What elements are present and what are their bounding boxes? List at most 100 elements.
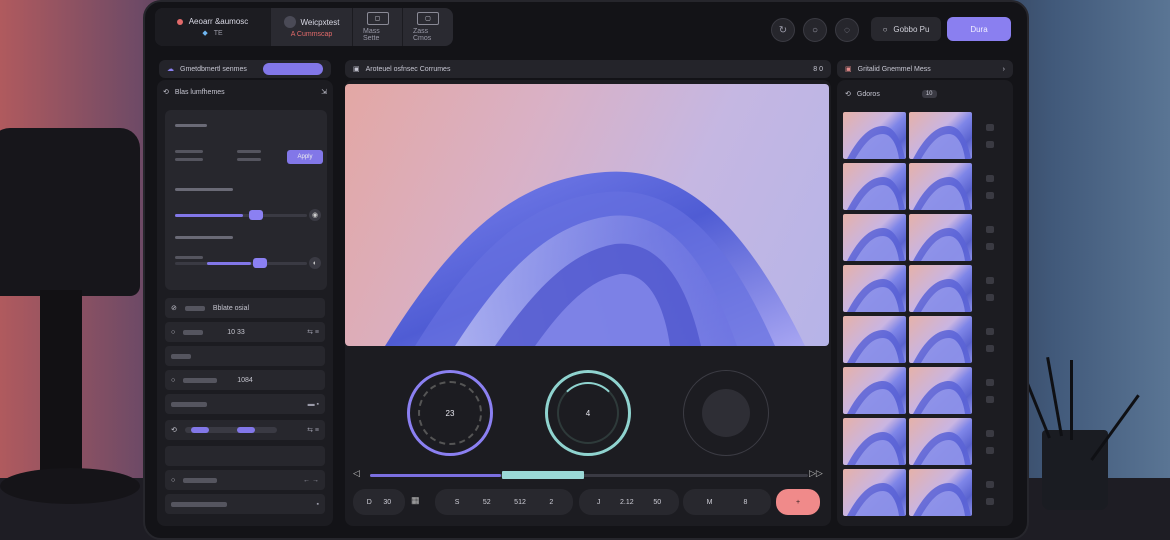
control-group-3[interactable]: J 2.12 50 — [579, 489, 679, 515]
range-bar[interactable] — [184, 427, 277, 433]
mode-toggle[interactable] — [263, 63, 323, 75]
square-icon[interactable]: ▪ — [317, 501, 319, 508]
circle-icon[interactable]: ○ — [803, 18, 827, 42]
thumbnail[interactable] — [909, 316, 972, 363]
thumbnail[interactable] — [843, 418, 906, 465]
chat-icon[interactable]: ◌ — [835, 18, 859, 42]
sync-icon: ⟲ — [845, 91, 851, 98]
center-panel-title: Aroteuel osfnsec Corrumes — [365, 65, 451, 73]
secondary-button[interactable]: ○ Gobbo Pu — [871, 17, 941, 41]
thumbnail[interactable] — [909, 367, 972, 414]
thumbnail[interactable] — [843, 265, 906, 312]
action-icon[interactable] — [986, 497, 994, 505]
grid-icon[interactable]: ▦ — [411, 495, 420, 506]
thumbnail-actions[interactable] — [975, 418, 1005, 465]
action-icon[interactable] — [986, 480, 994, 488]
action-icon[interactable] — [986, 293, 994, 301]
secondary-button-label: Gobbo Pu — [893, 24, 930, 34]
thumbnail[interactable] — [909, 163, 972, 210]
tab-4[interactable]: ▢ Zass Cmos — [403, 8, 453, 46]
list-row[interactable] — [165, 446, 325, 466]
control-group-4[interactable]: M 8 — [683, 489, 771, 515]
thumbnail[interactable] — [909, 112, 972, 159]
list-row[interactable]: ▬ ▪ — [165, 394, 325, 414]
wave-artwork — [385, 171, 805, 346]
forward-icon[interactable]: ▷▷ — [809, 468, 823, 479]
tab-2[interactable]: Weicpxtest A Cummscap — [271, 8, 353, 46]
thumbnail[interactable] — [909, 469, 972, 516]
slider-knob[interactable] — [253, 258, 267, 268]
list-row[interactable]: ⊘ Bblate osial — [165, 298, 325, 318]
action-icon[interactable] — [986, 242, 994, 250]
image-preview[interactable] — [345, 84, 829, 346]
timeline-segment[interactable] — [502, 471, 584, 479]
right-panel-title: Gritalid Gnemmel Mess — [857, 65, 931, 73]
expand-icon[interactable]: ⇲ — [321, 88, 327, 96]
list-row[interactable]: ⟲ ⇆ ≡ — [165, 420, 325, 440]
dial-3[interactable] — [683, 370, 769, 456]
dial-2[interactable]: 4 — [545, 370, 631, 456]
thumbnail[interactable] — [843, 112, 906, 159]
tab-3[interactable]: ▢ Mass Sette — [353, 8, 403, 46]
apply-button-label: Apply — [297, 154, 313, 160]
action-icon[interactable] — [986, 191, 994, 199]
thumbnail[interactable] — [843, 469, 906, 516]
dial-1[interactable]: 23 — [407, 370, 493, 456]
row-tag — [183, 329, 204, 335]
list-row[interactable]: ▪ — [165, 494, 325, 514]
primary-button-label: Dura — [970, 24, 988, 34]
add-button[interactable]: + — [776, 489, 820, 515]
apply-button[interactable]: Apply — [287, 150, 323, 164]
action-icon[interactable] — [986, 395, 994, 403]
reset-icon[interactable]: ◐ — [309, 257, 321, 269]
control-group-2[interactable]: S 52 512 2 — [435, 489, 573, 515]
list-row[interactable]: ○ 1084 — [165, 370, 325, 390]
timeline-track[interactable] — [370, 471, 808, 479]
refresh-icon[interactable]: ↻ — [771, 18, 795, 42]
thumbnail[interactable] — [843, 316, 906, 363]
thumbnail-actions[interactable] — [975, 316, 1005, 363]
control-group-1[interactable]: D 30 — [353, 489, 405, 515]
action-icon[interactable] — [986, 429, 994, 437]
arrows-icon[interactable]: ← → — [303, 477, 319, 484]
action-icon[interactable] — [986, 140, 994, 148]
thumbnail-actions[interactable] — [975, 367, 1005, 414]
thumbnail-actions[interactable] — [975, 265, 1005, 312]
placeholder-line — [237, 158, 261, 161]
list-row[interactable]: ○ ← → — [165, 470, 325, 490]
action-icon[interactable] — [986, 378, 994, 386]
action-icon[interactable] — [986, 123, 994, 131]
thumbnail[interactable] — [909, 418, 972, 465]
action-icon[interactable] — [986, 174, 994, 182]
thumbnail-actions[interactable] — [975, 163, 1005, 210]
rewind-icon[interactable]: ◁ — [353, 468, 360, 479]
thumbnail-actions[interactable] — [975, 469, 1005, 516]
row-tag — [183, 377, 218, 383]
left-panel-header[interactable]: ☁ Gmetdbmertl senmes — [159, 60, 331, 78]
action-icon[interactable] — [986, 344, 994, 352]
primary-button[interactable]: Dura — [947, 17, 1011, 41]
action-icon[interactable] — [986, 327, 994, 335]
left-panel: ⟲ Blas lumfhemes ⇲ Apply ◉ ◐ ⊘ Bblate os… — [157, 80, 333, 526]
thumbnail-actions[interactable] — [975, 214, 1005, 261]
chevron-right-icon[interactable]: › — [1003, 66, 1005, 73]
ctrl-label: D — [366, 498, 372, 506]
reset-icon[interactable]: ◉ — [309, 209, 321, 221]
shuffle-icon[interactable]: ⇆ ≡ — [307, 328, 319, 336]
action-icon[interactable] — [986, 276, 994, 284]
slider-knob[interactable] — [249, 210, 263, 220]
thumbnail[interactable] — [909, 265, 972, 312]
right-panel-header[interactable]: ▣ Gritalid Gnemmel Mess › — [837, 60, 1013, 78]
list-row[interactable]: ○ 10 33 ⇆ ≡ — [165, 322, 325, 342]
thumbnail[interactable] — [909, 214, 972, 261]
thumbnail-actions[interactable] — [975, 112, 1005, 159]
list-row[interactable] — [165, 346, 325, 366]
shuffle-icon[interactable]: ⇆ ≡ — [307, 426, 319, 434]
tab-1[interactable]: Aeoarr &aumosc ◆ TE — [155, 8, 271, 46]
thumbnail[interactable] — [843, 214, 906, 261]
more-icon[interactable]: ▬ ▪ — [308, 401, 319, 408]
thumbnail[interactable] — [843, 163, 906, 210]
action-icon[interactable] — [986, 446, 994, 454]
thumbnail[interactable] — [843, 367, 906, 414]
action-icon[interactable] — [986, 225, 994, 233]
